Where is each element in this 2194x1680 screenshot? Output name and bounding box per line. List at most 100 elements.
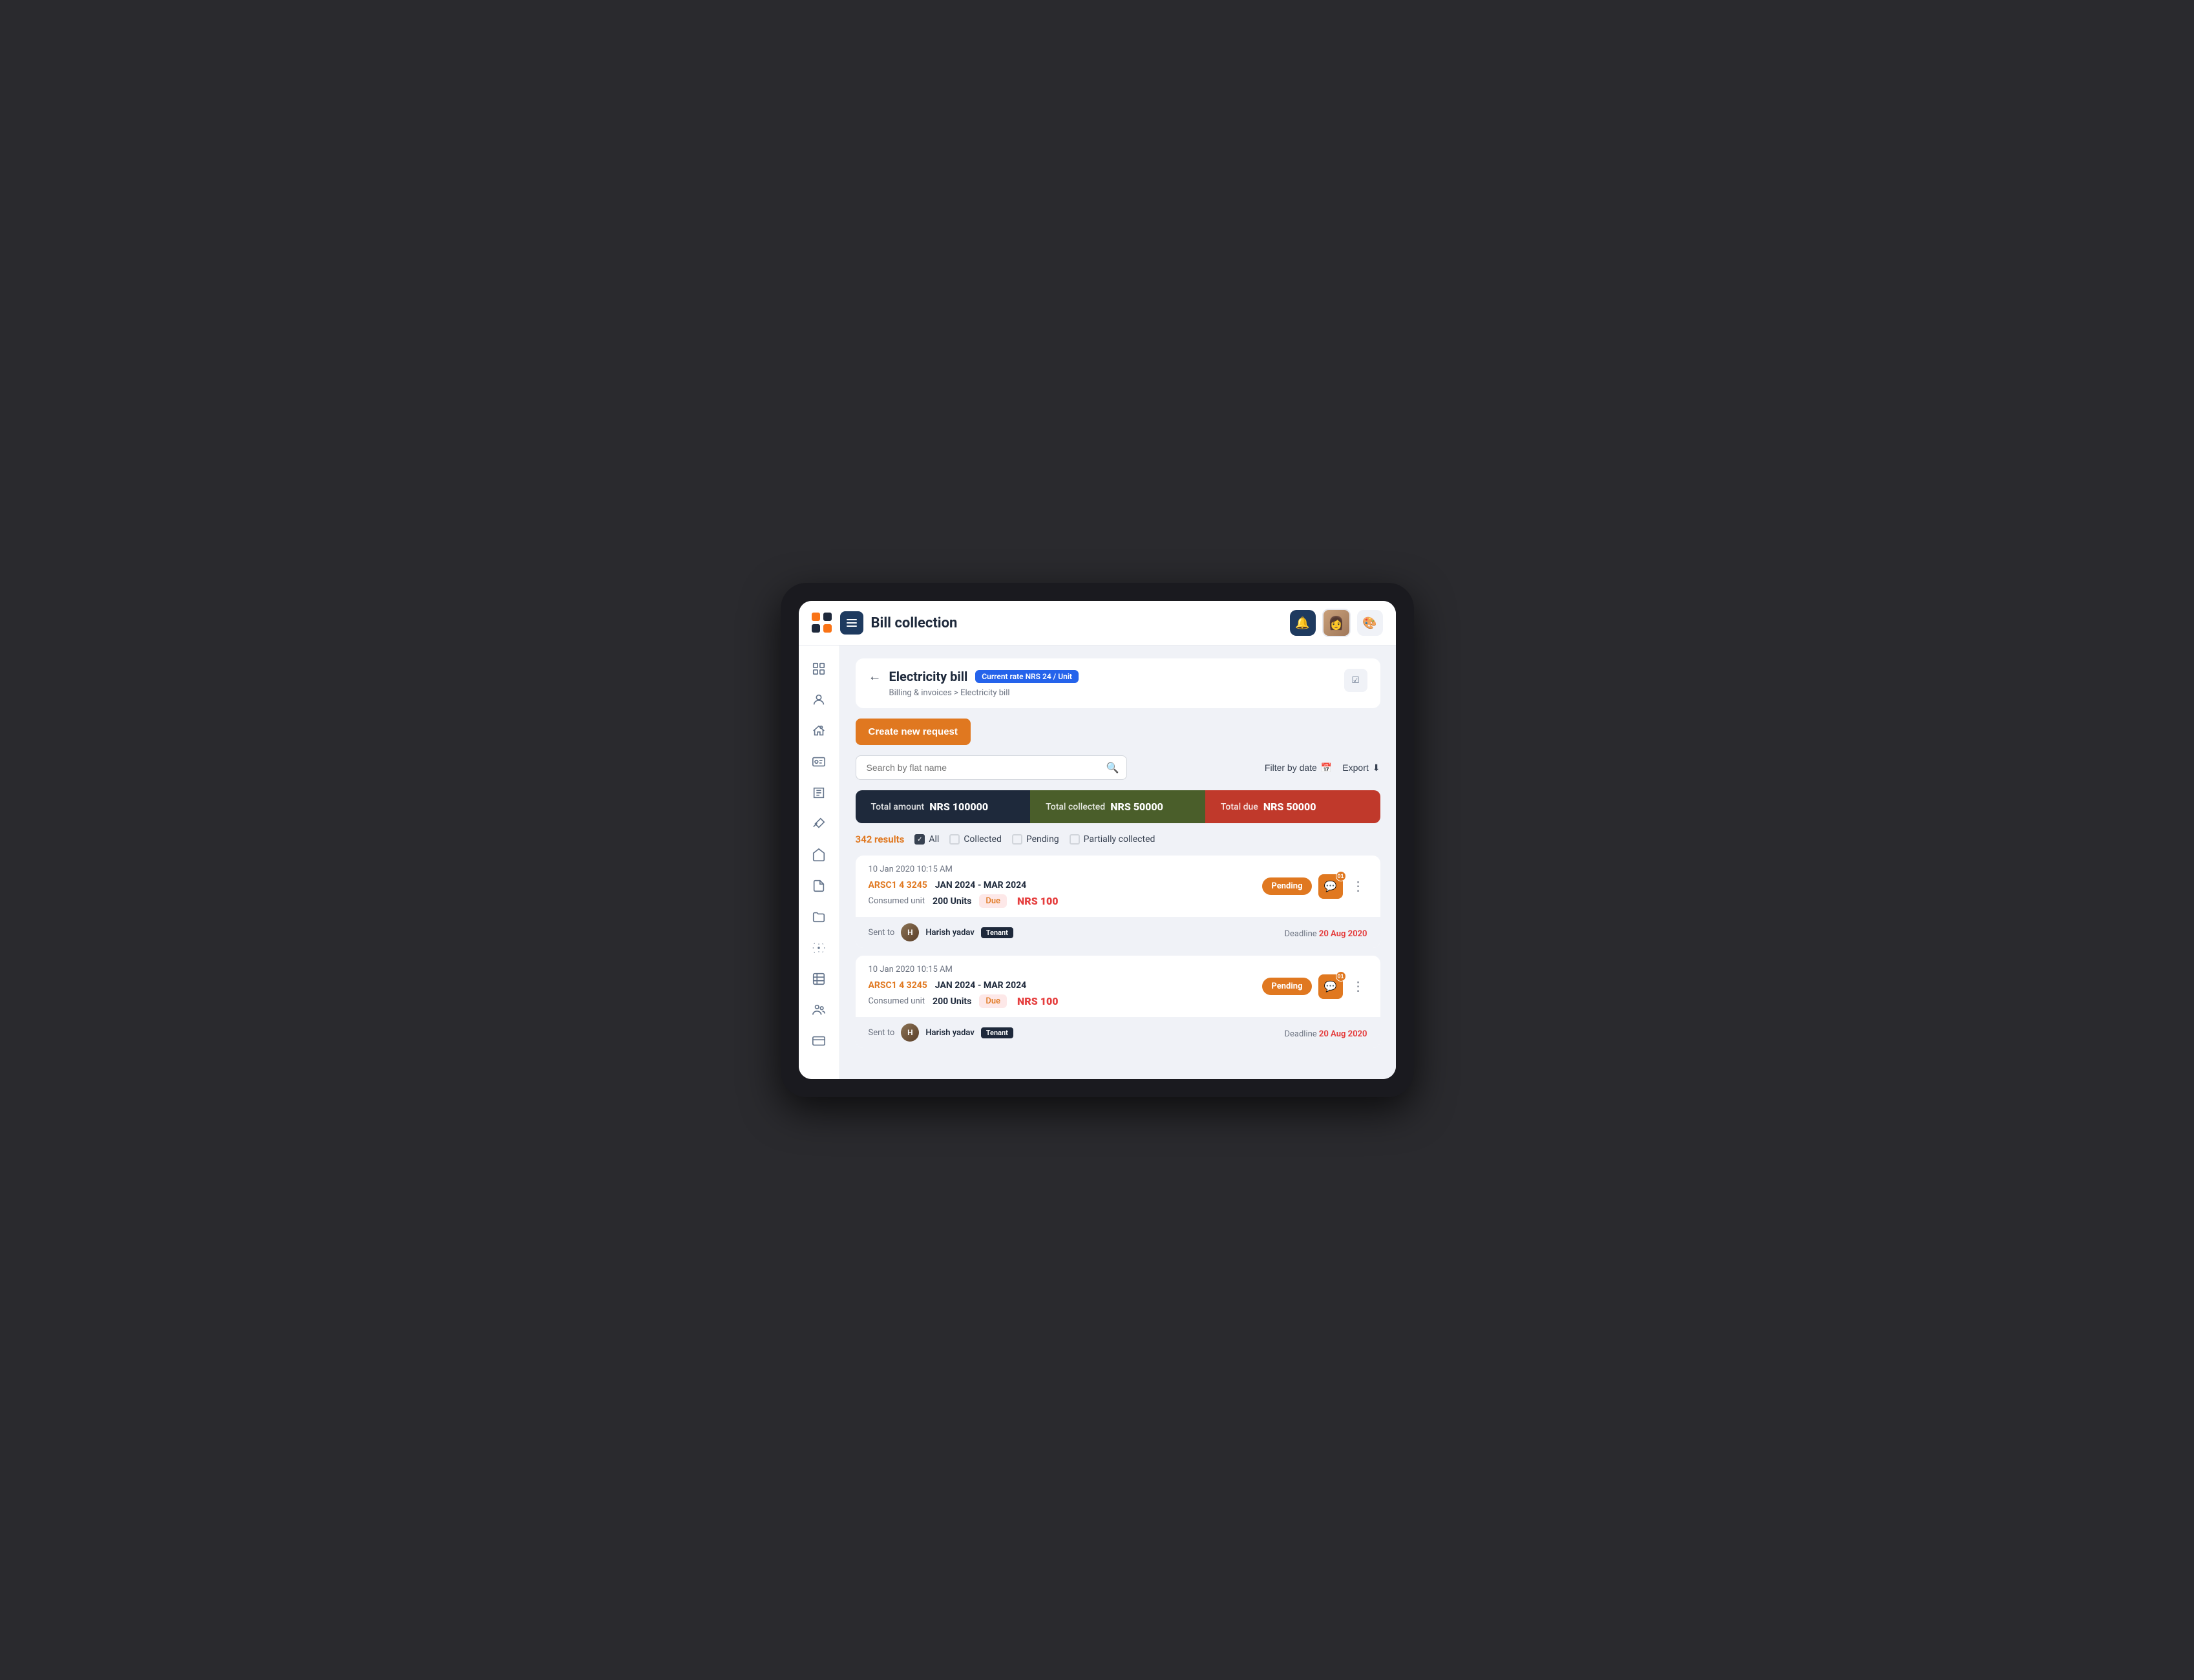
tenant-role-0: Tenant <box>981 927 1013 938</box>
page-title-row: ← Electricity bill Current rate NRS 24 /… <box>869 669 1079 684</box>
more-button-1[interactable]: ⋮ <box>1349 978 1367 994</box>
back-button[interactable]: ← <box>869 669 881 684</box>
app-logo <box>812 613 832 633</box>
page-title: Electricity bill <box>889 669 968 684</box>
chat-icon-1: 💬 <box>1324 980 1337 993</box>
settings-button[interactable]: 🎨 <box>1357 610 1383 636</box>
filter-collected[interactable]: Collected <box>949 834 1002 845</box>
more-button-0[interactable]: ⋮ <box>1349 878 1367 894</box>
hamburger-icon <box>847 619 857 627</box>
logo-dot-2 <box>823 613 832 621</box>
total-amount-label: Total amount <box>871 802 925 812</box>
create-request-button[interactable]: Create new request <box>856 719 971 745</box>
deadline-value-1: 20 Aug 2020 <box>1319 1029 1367 1039</box>
bill-period-1: JAN 2024 - MAR 2024 <box>935 980 1026 991</box>
all-checkbox[interactable]: ✓ <box>914 834 925 845</box>
due-badge-1: Due <box>979 994 1007 1008</box>
filter-pending[interactable]: Pending <box>1012 834 1059 845</box>
sidebar-item-alerts[interactable] <box>806 935 832 961</box>
sidebar-item-bills[interactable] <box>806 780 832 806</box>
collected-checkbox[interactable] <box>949 834 960 845</box>
bill-flat-period-1: ARSC1 4 3245 JAN 2024 - MAR 2024 <box>869 978 1059 991</box>
filter-all[interactable]: ✓ All <box>914 834 939 845</box>
tenant-name-0: Harish yadav <box>925 928 974 938</box>
bill-left-1: 10 Jan 2020 10:15 AM ARSC1 4 3245 JAN 20… <box>869 965 1059 1008</box>
folder-icon <box>812 910 826 924</box>
filter-date-label: Filter by date <box>1265 762 1317 773</box>
user-avatar[interactable]: 👩 <box>1322 609 1351 637</box>
bill-flat-1: ARSC1 4 3245 <box>869 980 927 991</box>
bill-card: 10 Jan 2020 10:15 AM ARSC1 4 3245 JAN 20… <box>856 856 1380 948</box>
collected-label: Collected <box>964 834 1002 845</box>
search-actions: Filter by date 📅 Export ⬇ <box>1265 762 1380 773</box>
tenant-role-1: Tenant <box>981 1027 1013 1038</box>
sent-left-0: Sent to H Harish yadav Tenant <box>869 923 1013 941</box>
sidebar-item-profile[interactable] <box>806 687 832 713</box>
bill-unit-label-0: Consumed unit <box>869 896 925 906</box>
filter-date-button[interactable]: Filter by date 📅 <box>1265 762 1332 773</box>
filter-partially[interactable]: Partially collected <box>1070 834 1155 845</box>
sidebar-item-amenities[interactable] <box>806 842 832 868</box>
bill-unit-row-1: Consumed unit 200 Units Due NRS 100 <box>869 994 1059 1008</box>
deadline-row-1: Deadline 20 Aug 2020 <box>1284 1027 1367 1039</box>
deadline-label-0: Deadline <box>1284 929 1318 939</box>
sent-left-1: Sent to H Harish yadav Tenant <box>869 1024 1013 1042</box>
checklist-filter-button[interactable]: ☑ <box>1344 669 1367 692</box>
tenant-avatar-1: H <box>901 1024 919 1042</box>
all-label: All <box>929 834 939 845</box>
sent-row-1: Sent to H Harish yadav Tenant Deadline 2… <box>856 1017 1380 1048</box>
search-bar: 🔍 <box>856 755 1127 780</box>
content-area: ← Electricity bill Current rate NRS 24 /… <box>840 646 1396 1079</box>
filter-row: 342 results ✓ All Collected Pending <box>856 834 1380 845</box>
bill-flat-period-0: ARSC1 4 3245 JAN 2024 - MAR 2024 <box>869 878 1059 890</box>
tenant-avatar-0: H <box>901 923 919 941</box>
total-collected-label: Total collected <box>1046 802 1105 812</box>
page-header-left: ← Electricity bill Current rate NRS 24 /… <box>869 669 1079 698</box>
export-button[interactable]: Export ⬇ <box>1342 762 1380 773</box>
sidebar-item-folder[interactable] <box>806 904 832 930</box>
sidebar-item-residents[interactable] <box>806 718 832 744</box>
deadline-label-1: Deadline <box>1284 1029 1318 1039</box>
partially-checkbox[interactable] <box>1070 834 1080 845</box>
device-frame: Bill collection 🔔 👩 🎨 <box>781 583 1414 1097</box>
logo-dot-1 <box>812 613 820 621</box>
export-label: Export <box>1342 762 1368 773</box>
bill-main-0: 10 Jan 2020 10:15 AM ARSC1 4 3245 JAN 20… <box>856 856 1380 917</box>
sidebar-item-dashboard[interactable] <box>806 656 832 682</box>
header-title: Bill collection <box>871 615 1282 631</box>
pending-checkbox[interactable] <box>1012 834 1022 845</box>
sent-to-label-0: Sent to <box>869 928 895 938</box>
calendar-icon: 📅 <box>1321 762 1332 773</box>
message-count-0: 01 <box>1336 871 1346 881</box>
breadcrumb-link[interactable]: Billing & invoices <box>889 688 952 698</box>
bill-unit-value-1: 200 Units <box>933 996 971 1007</box>
pending-label: Pending <box>1026 834 1059 845</box>
rate-badge: Current rate NRS 24 / Unit <box>975 670 1079 683</box>
avatar-image: 👩 <box>1324 610 1349 636</box>
message-button-1[interactable]: 💬 01 <box>1318 974 1343 999</box>
bell-icon: 🔔 <box>1295 616 1309 630</box>
sidebar-item-payment[interactable] <box>806 1028 832 1054</box>
grid-icon <box>812 662 826 676</box>
menu-button[interactable] <box>840 611 863 635</box>
amenities-icon <box>812 848 826 862</box>
notification-button[interactable]: 🔔 <box>1290 610 1316 636</box>
back-arrow-icon: ← <box>869 669 881 684</box>
bill-unit-value-0: 200 Units <box>933 896 971 907</box>
breadcrumb-separator: > <box>954 688 958 698</box>
due-amount-0: NRS 100 <box>1017 895 1059 907</box>
search-input[interactable] <box>856 755 1127 780</box>
sidebar-item-maintenance[interactable] <box>806 811 832 837</box>
bill-right-1: Pending 💬 01 ⋮ <box>1262 974 1367 999</box>
bill-cards-container: 10 Jan 2020 10:15 AM ARSC1 4 3245 JAN 20… <box>856 856 1380 1048</box>
sidebar-item-id[interactable] <box>806 749 832 775</box>
bill-date-1: 10 Jan 2020 10:15 AM <box>869 965 1059 974</box>
bill-date-0: 10 Jan 2020 10:15 AM <box>869 865 1059 874</box>
home-user-icon <box>812 724 826 738</box>
total-collected-value: NRS 50000 <box>1110 801 1163 813</box>
maintenance-icon <box>812 817 826 831</box>
sidebar-item-notices[interactable] <box>806 873 832 899</box>
sidebar-item-teams[interactable] <box>806 997 832 1023</box>
sidebar-item-grid[interactable] <box>806 966 832 992</box>
message-button-0[interactable]: 💬 01 <box>1318 874 1343 899</box>
